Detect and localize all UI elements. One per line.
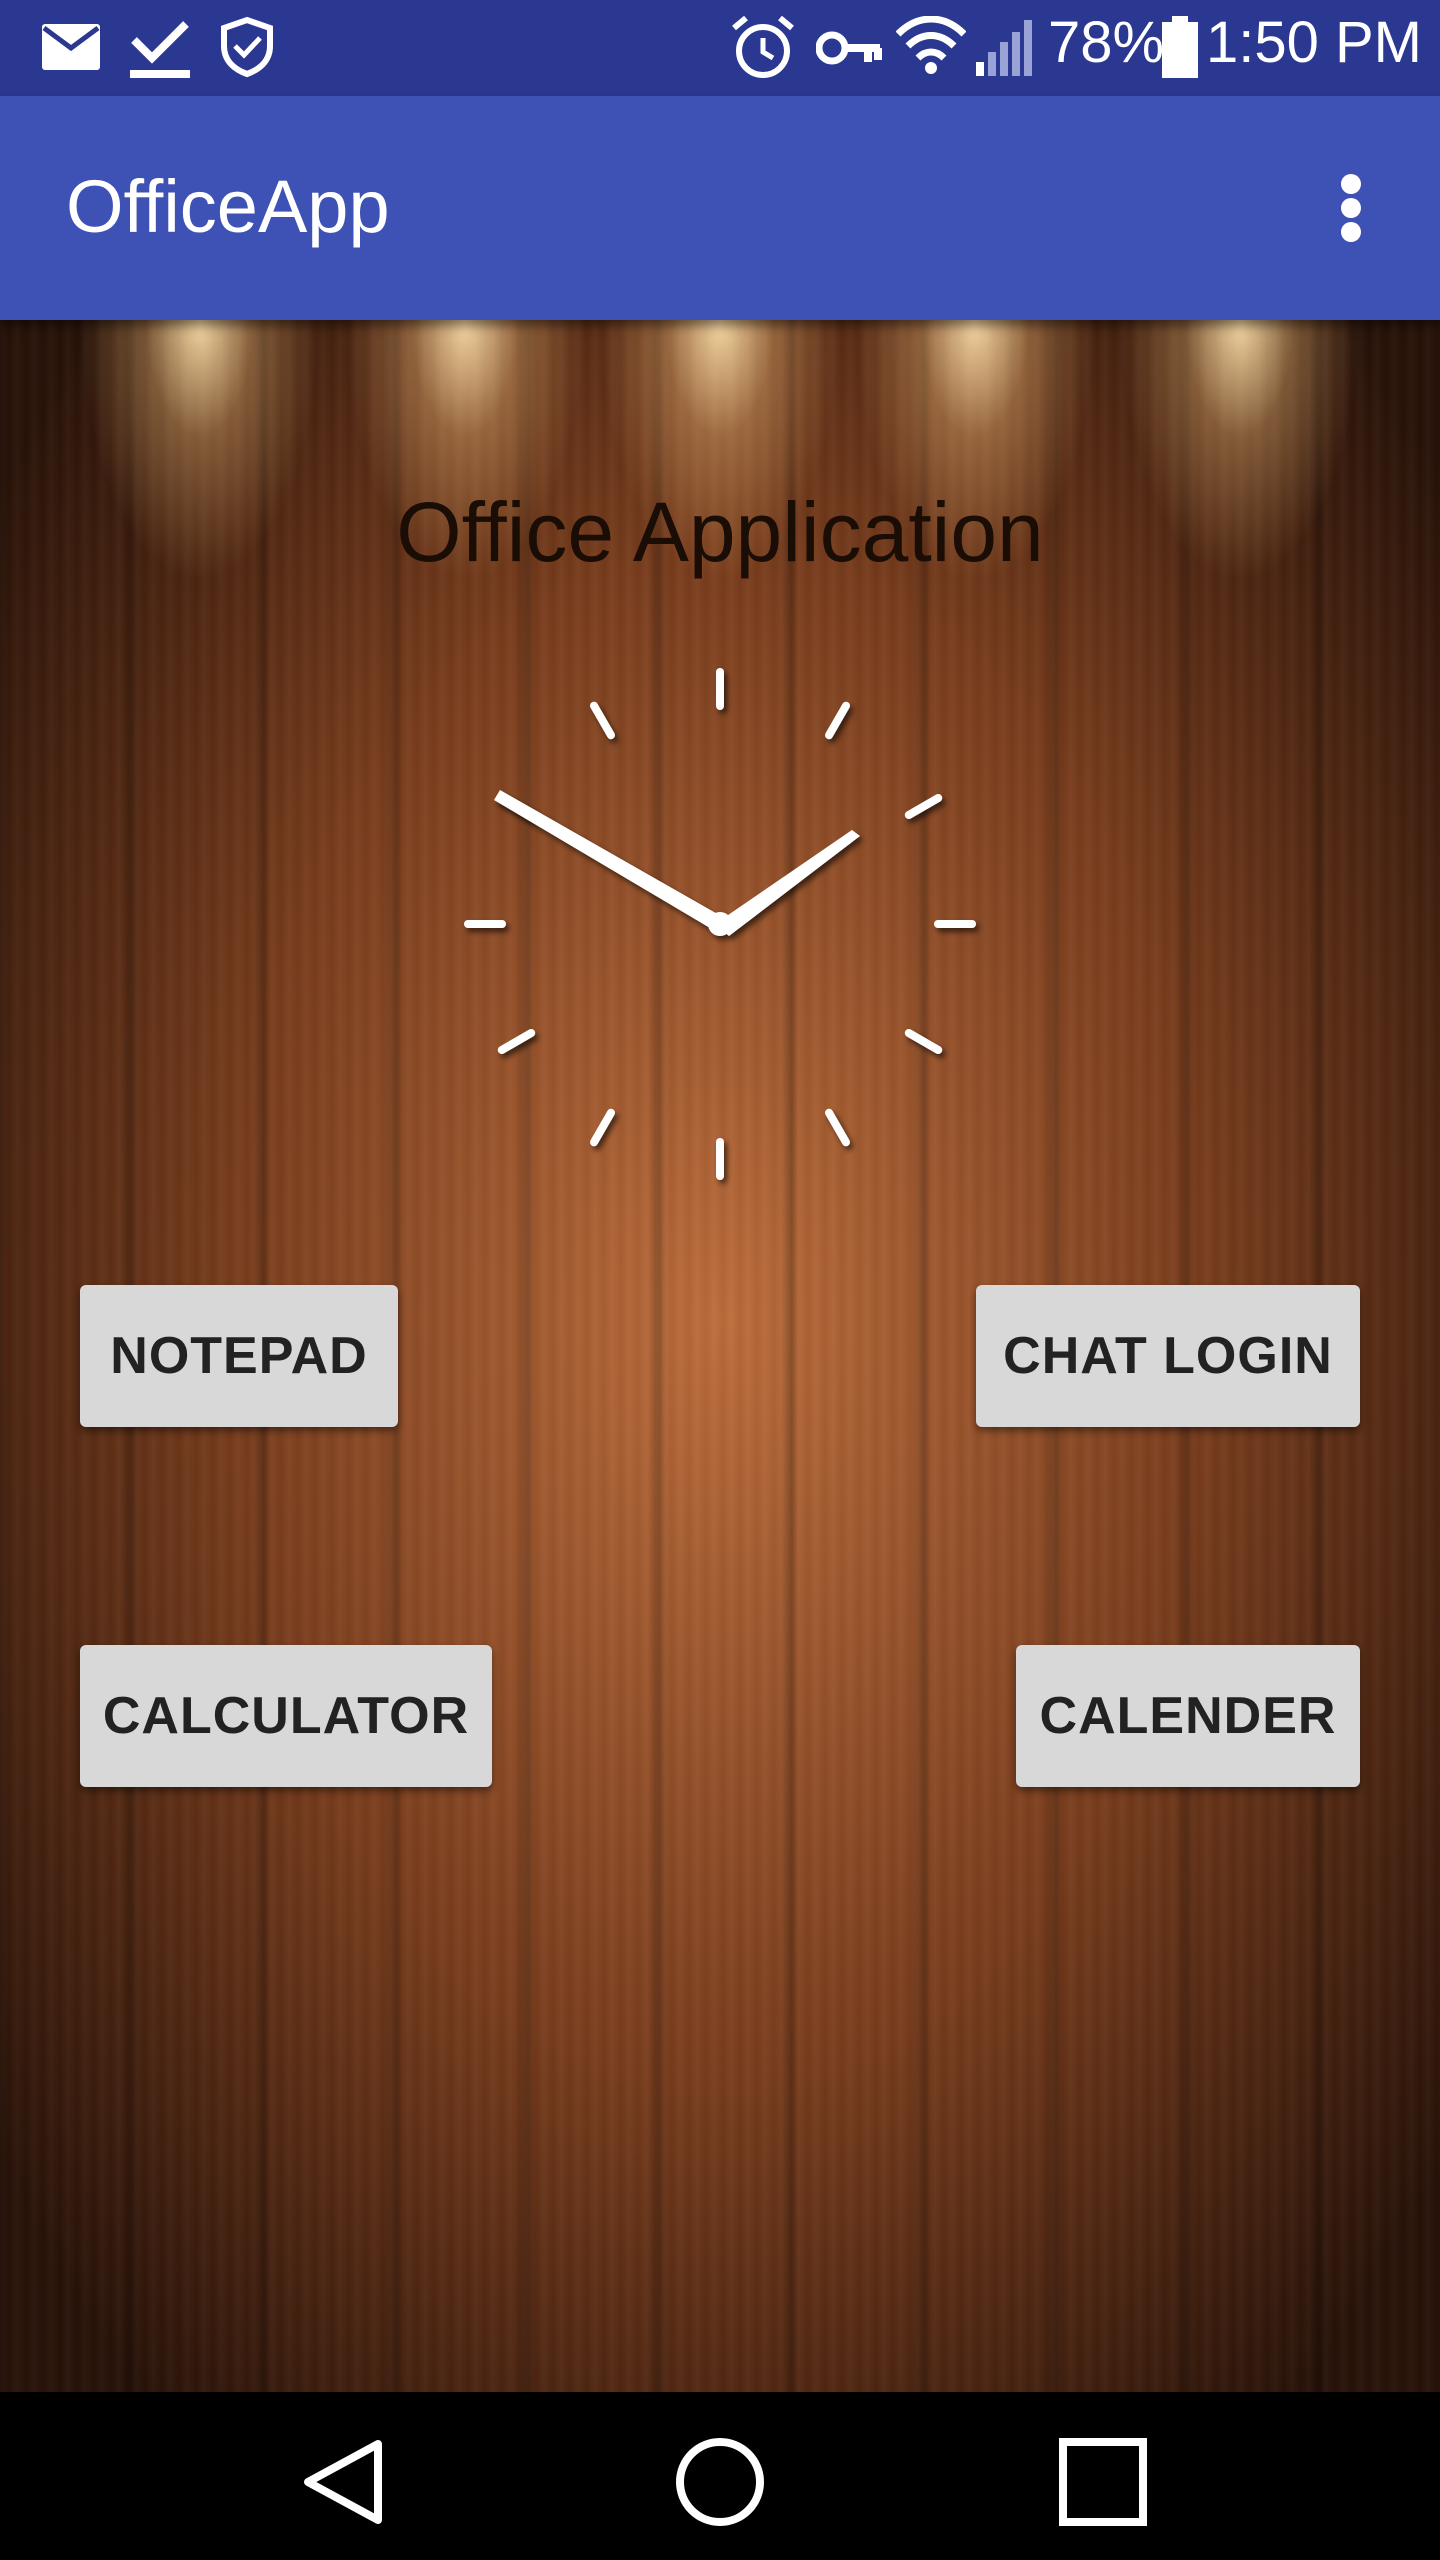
shield-icon: [221, 16, 273, 78]
status-bar: 78% 1:50 PM: [0, 0, 1440, 96]
clock-tick: [590, 701, 615, 740]
clock-hands: [494, 790, 860, 936]
notepad-button[interactable]: NOTEPAD: [80, 1285, 398, 1427]
clock-tick: [590, 1108, 615, 1147]
clock-time: 1:50 PM: [1206, 10, 1422, 75]
clock-tick: [904, 794, 943, 819]
calender-button[interactable]: CALENDER: [1016, 1645, 1360, 1787]
clock-center: [708, 912, 732, 936]
battery-icon: [1162, 16, 1198, 78]
signal-icon: [976, 20, 1032, 76]
app-title: OfficeApp: [66, 165, 390, 248]
main-content: Office Application NOTEPAD CHAT LOGIN CA…: [0, 320, 1440, 2392]
navigation-bar: [0, 2392, 1440, 2560]
app-bar: OfficeApp: [0, 96, 1440, 320]
alarm-icon: [732, 15, 794, 78]
hour-hand: [715, 830, 860, 936]
chat-login-button[interactable]: CHAT LOGIN: [976, 1285, 1360, 1427]
mail-icon: [42, 24, 100, 70]
more-vert-icon[interactable]: [1326, 168, 1376, 248]
clock-tick: [904, 1029, 943, 1054]
recents-icon[interactable]: [1045, 2432, 1155, 2532]
clock-tick: [497, 1029, 536, 1054]
wifi-icon: [896, 16, 966, 74]
clock-tick: [825, 1108, 850, 1147]
vpn-key-icon: [816, 31, 882, 65]
home-icon[interactable]: [665, 2432, 775, 2532]
analog-clock: [464, 668, 976, 1180]
page-heading: Office Application: [396, 485, 1044, 579]
calculator-button[interactable]: CALCULATOR: [80, 1645, 492, 1787]
clock-tick: [825, 701, 850, 740]
minute-hand: [494, 790, 728, 928]
battery-percent: 78%: [1048, 10, 1165, 75]
back-icon[interactable]: [290, 2432, 400, 2532]
download-done-icon: [130, 21, 190, 78]
